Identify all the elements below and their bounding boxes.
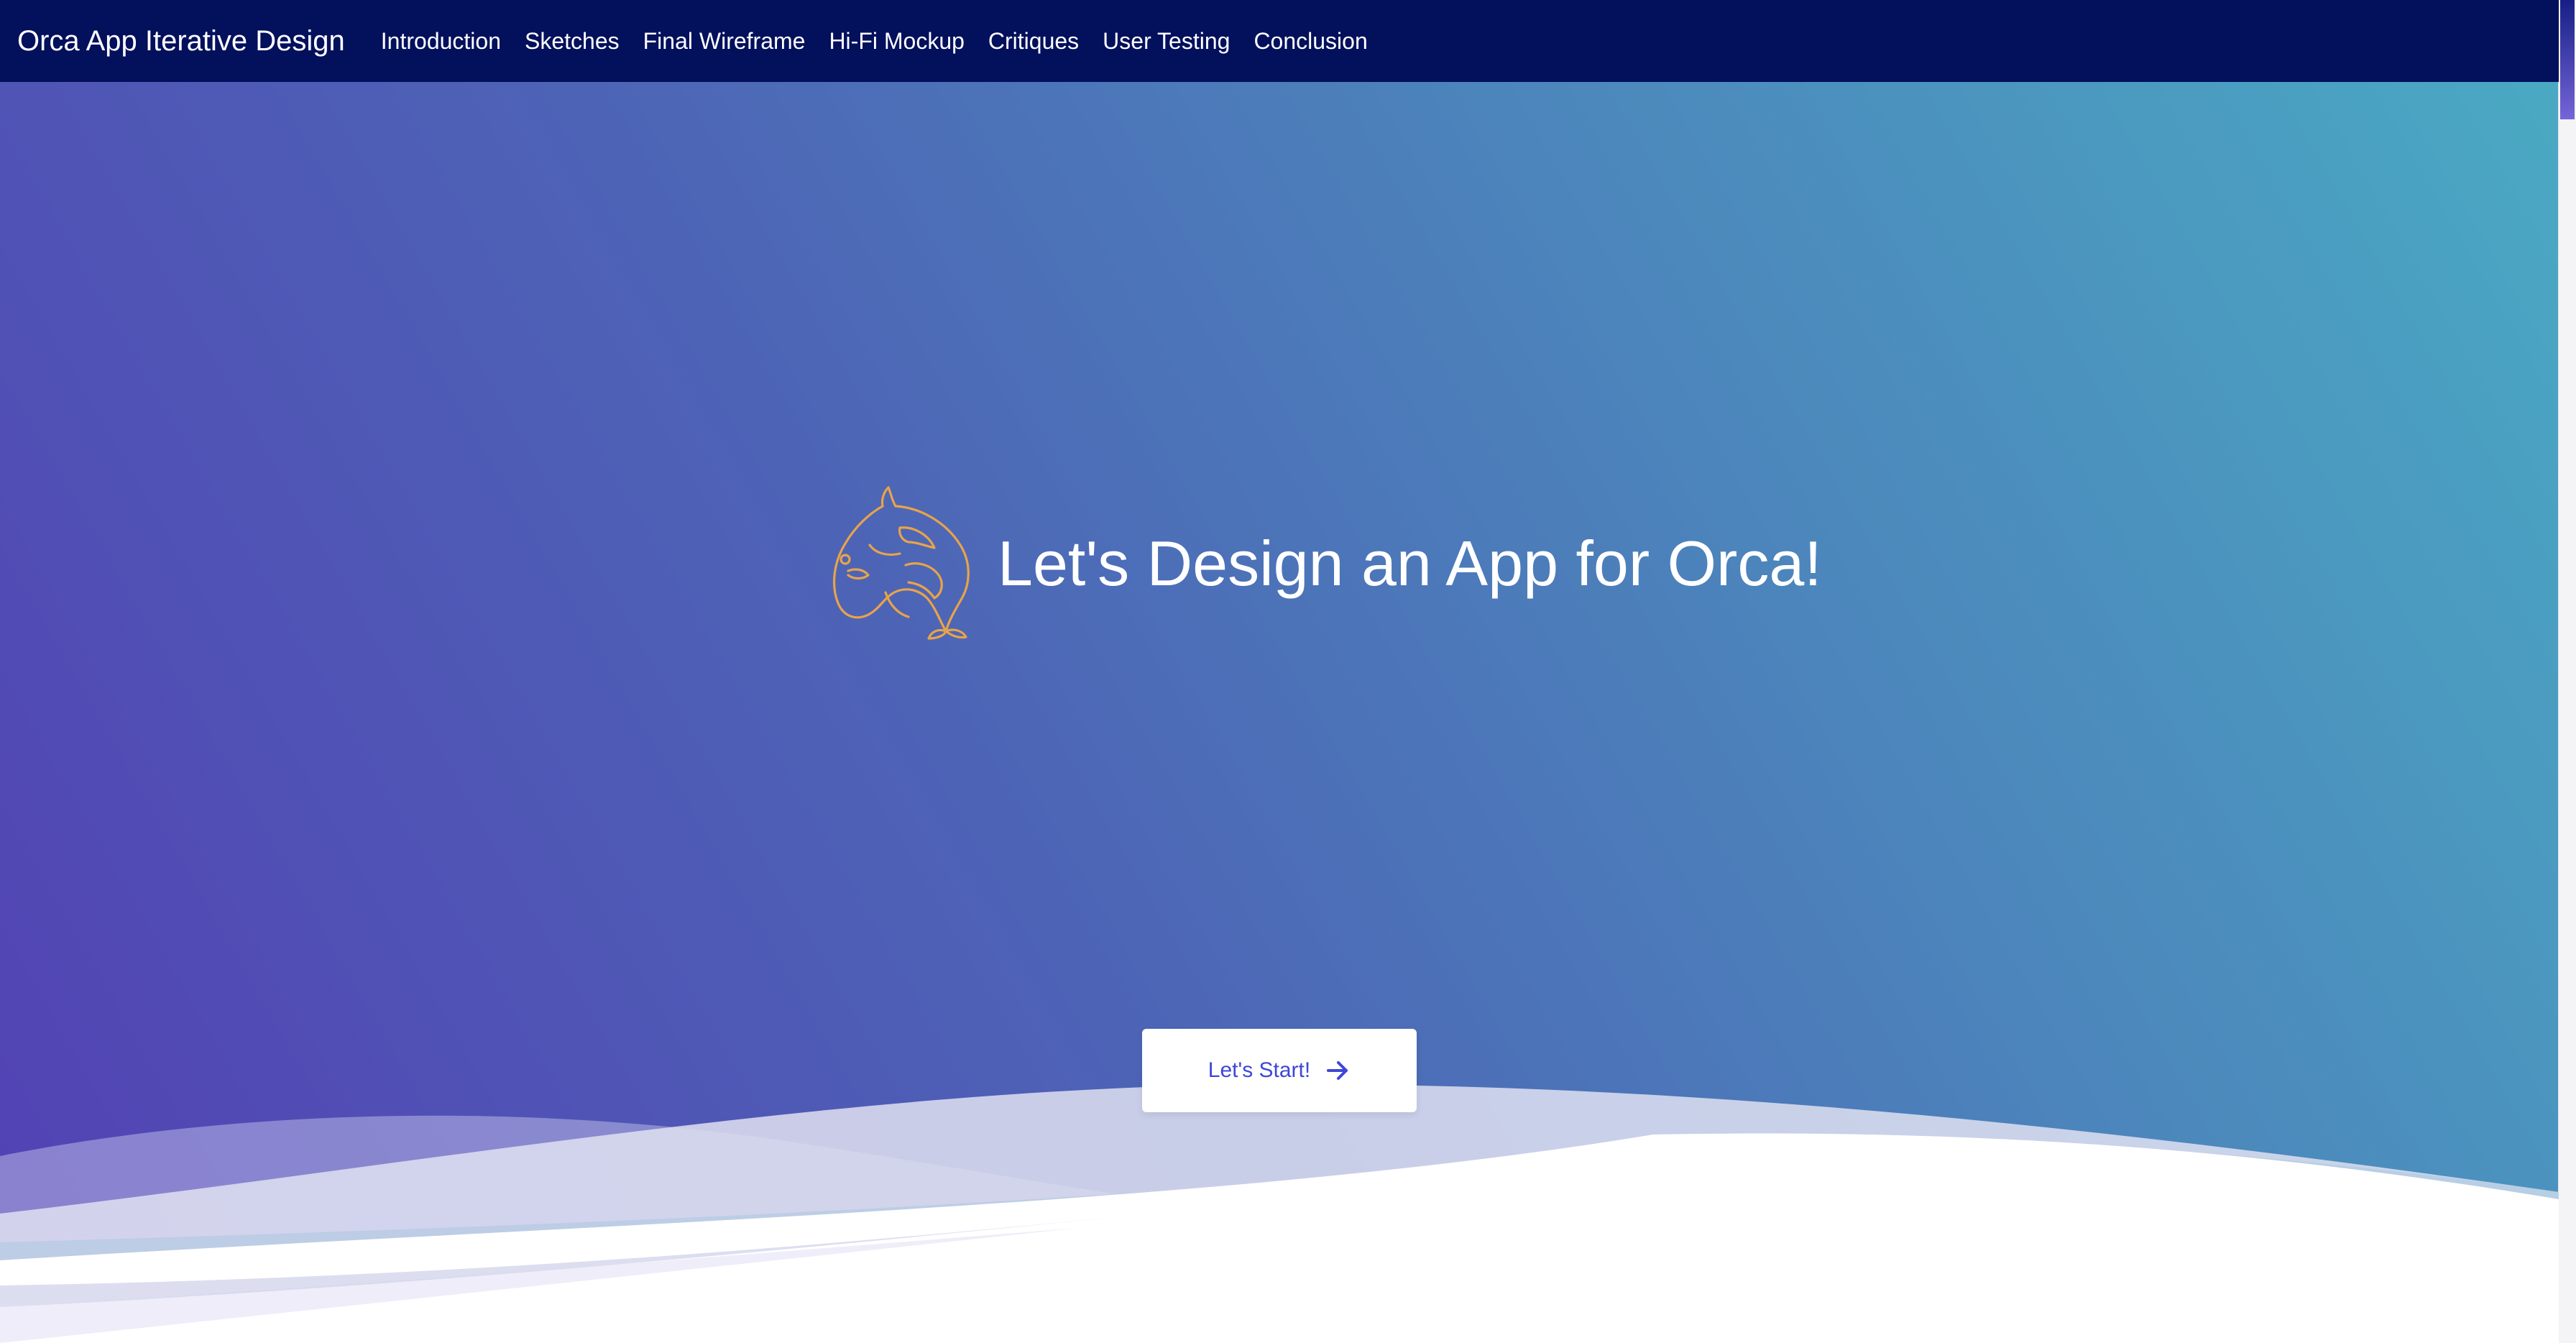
nav-link-final-wireframe[interactable]: Final Wireframe (643, 28, 806, 55)
lets-start-button[interactable]: Let's Start! (1142, 1029, 1417, 1112)
hero-section: Let's Design an App for Orca! Let's Star… (0, 82, 2559, 1343)
nav-link-introduction[interactable]: Introduction (381, 28, 501, 55)
lets-start-label: Let's Start! (1208, 1058, 1311, 1082)
nav-link-critiques[interactable]: Critiques (988, 28, 1079, 55)
nav-link-user-testing[interactable]: User Testing (1103, 28, 1230, 55)
arrow-right-icon (1327, 1061, 1348, 1080)
orca-icon (832, 486, 970, 640)
hero-headline: Let's Design an App for Orca! (819, 485, 1822, 643)
nav-link-sketches[interactable]: Sketches (525, 28, 620, 55)
nav-links: Introduction Sketches Final Wireframe Hi… (381, 28, 1392, 55)
page: Orca App Iterative Design Introduction S… (0, 0, 2576, 1343)
top-navbar: Orca App Iterative Design Introduction S… (0, 0, 2559, 82)
site-brand[interactable]: Orca App Iterative Design (17, 25, 345, 58)
nav-link-conclusion[interactable]: Conclusion (1254, 28, 1367, 55)
scrollbar-thumb[interactable] (2560, 0, 2575, 119)
hero-title: Let's Design an App for Orca! (998, 528, 1822, 599)
page-scrollbar[interactable] (2558, 0, 2576, 1343)
nav-link-hi-fi-mockup[interactable]: Hi-Fi Mockup (829, 28, 964, 55)
